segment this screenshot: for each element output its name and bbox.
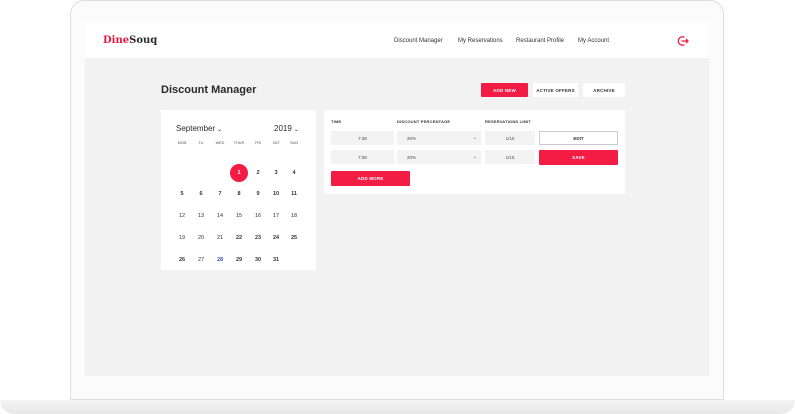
calendar-day[interactable]: 21 [211,229,229,247]
calendar-day[interactable]: 4 [285,164,303,182]
calendar-day[interactable]: 27 [192,251,210,269]
calendar-day[interactable]: 20 [192,229,210,247]
weekday-label: SAT [272,141,280,145]
year-select[interactable]: 2019 ⌄ [274,124,299,133]
calendar-day[interactable]: 31 [267,251,285,269]
discount-value: 20% [407,154,417,160]
calendar-day[interactable]: 25 [285,229,303,247]
weekday-label: WED [215,141,225,145]
weekday-label: SUN [289,141,299,145]
col-header-limit: RESERVATIONS LIMIT [485,119,532,124]
logo-part1: Dine [103,35,130,46]
calendar-panel: September ⌄ 2019 ⌄ MON TU WED THUR FRI SAT SUN 1 2… [161,110,316,270]
calendar-day[interactable]: 29 [230,251,248,269]
col-header-time: TIME [331,119,342,124]
time-field[interactable]: 7:30 [331,150,394,164]
calendar-day[interactable]: 28 [211,251,229,269]
weekday-label: TU [198,141,204,145]
chevron-down-icon: ⌄ [472,135,477,141]
year-label: 2019 [274,124,292,133]
limit-field[interactable]: 1/10 [485,131,535,145]
weekday-label: THUR [233,141,245,145]
calendar-day[interactable]: 14 [211,207,229,225]
logout-icon[interactable] [677,35,689,47]
chevron-down-icon: ⌄ [217,127,223,133]
calendar-day[interactable]: 6 [192,185,210,203]
calendar-day[interactable]: 7 [211,185,229,203]
calendar-day[interactable]: 23 [249,229,267,247]
calendar-day[interactable]: 5 [173,185,191,203]
edit-button[interactable]: EDIT [539,131,618,145]
chevron-down-icon: ⌄ [293,127,299,133]
calendar-day[interactable]: 3 [267,164,285,182]
page-title: Discount Manager [161,84,257,96]
discount-value: 20% [407,135,417,141]
offers-panel: TIME DISCOUNT PERCENTAGE RESERVATIONS LI… [324,110,625,194]
add-new-button[interactable]: ADD NEW [481,83,528,97]
chevron-down-icon: ⌄ [472,154,477,160]
calendar-day[interactable]: 15 [230,207,248,225]
add-more-button[interactable]: ADD MORE [331,171,410,186]
nav-my-account[interactable]: My Account [578,38,609,44]
calendar-day[interactable]: 8 [230,185,248,203]
logo-part2: Souq [129,35,158,46]
archive-button[interactable]: ARCHIVE [583,83,625,97]
logo[interactable]: DineSouq [103,35,157,46]
month-label: September [176,124,216,133]
calendar-day[interactable]: 26 [173,251,191,269]
calendar-day[interactable]: 1 [230,164,248,182]
nav-restaurant-profile[interactable]: Restaurant Profile [516,38,564,44]
weekday-label: MON [177,141,187,145]
limit-field[interactable]: 1/10 [485,150,535,164]
calendar-day[interactable]: 30 [249,251,267,269]
save-button[interactable]: SAVE [539,150,618,165]
nav-discount-manager[interactable]: Discount Manager [394,38,443,44]
calendar-day[interactable]: 17 [267,207,285,225]
weekday-label: FRI [254,141,262,145]
app-screen: DineSouq Discount Manager My Reservation… [85,22,709,376]
calendar-day[interactable]: 24 [267,229,285,247]
nav-my-reservations[interactable]: My Reservations [458,38,503,44]
time-field[interactable]: 7:30 [331,131,394,145]
discount-select[interactable]: 20% ⌄ [397,131,481,145]
calendar-day[interactable]: 10 [267,185,285,203]
calendar-day[interactable]: 2 [249,164,267,182]
month-select[interactable]: September ⌄ [176,124,222,133]
calendar-day[interactable]: 12 [173,207,191,225]
calendar-day[interactable]: 11 [285,185,303,203]
calendar-day[interactable]: 18 [285,207,303,225]
calendar-day[interactable]: 19 [173,229,191,247]
calendar-day[interactable]: 9 [249,185,267,203]
laptop-base [0,400,795,414]
calendar-day[interactable]: 13 [192,207,210,225]
active-offers-button[interactable]: ACTIVE OFFERS [533,83,578,97]
top-navbar: DineSouq Discount Manager My Reservation… [85,22,709,58]
col-header-discount: DISCOUNT PERCENTAGE [397,119,451,124]
discount-select[interactable]: 20% ⌄ [397,150,481,164]
calendar-day[interactable]: 16 [249,207,267,225]
calendar-day[interactable]: 22 [230,229,248,247]
